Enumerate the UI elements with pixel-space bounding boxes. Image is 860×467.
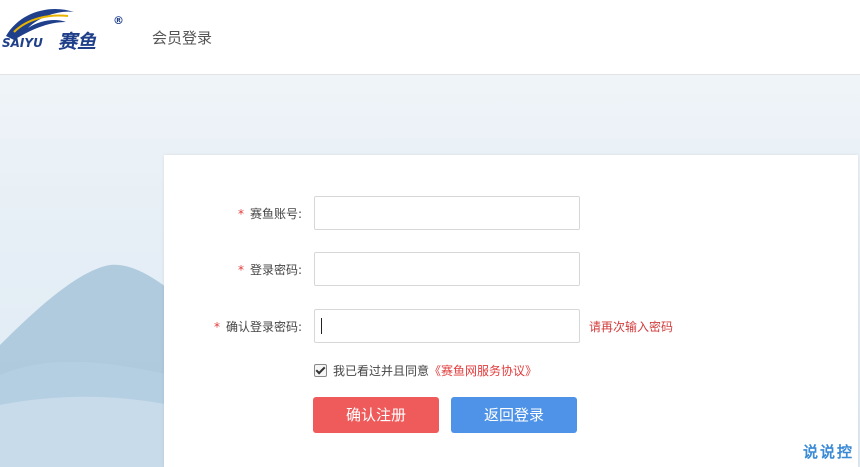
saiyu-logo[interactable]: SAIYU 赛鱼 ® bbox=[0, 2, 130, 62]
back-to-login-button[interactable]: 返回登录 bbox=[451, 397, 577, 433]
register-card: * 赛鱼账号: * 登录密码: * 确认登录密码: 请再次输入密码 我已看过并且同意《… bbox=[164, 155, 858, 467]
svg-text:SAIYU: SAIYU bbox=[2, 36, 43, 50]
required-star: * bbox=[237, 263, 244, 277]
top-header: SAIYU 赛鱼 ® 会员登录 bbox=[0, 0, 860, 75]
account-label-text: 赛鱼账号: bbox=[249, 207, 302, 221]
password-label-text: 登录密码: bbox=[249, 263, 302, 277]
password-input[interactable] bbox=[314, 252, 580, 286]
agreement-row: 我已看过并且同意《赛鱼网服务协议》 bbox=[314, 362, 537, 379]
register-button[interactable]: 确认注册 bbox=[313, 397, 439, 433]
account-label: * 赛鱼账号: bbox=[238, 205, 302, 222]
svg-text:®: ® bbox=[113, 14, 124, 27]
confirm-password-label-text: 确认登录密码: bbox=[225, 320, 302, 334]
account-row: * 赛鱼账号: bbox=[164, 196, 858, 230]
page-title: 会员登录 bbox=[152, 29, 213, 47]
password-label: * 登录密码: bbox=[238, 261, 302, 278]
required-star: * bbox=[213, 320, 220, 334]
confirm-password-input[interactable] bbox=[314, 309, 580, 343]
account-input[interactable] bbox=[314, 196, 580, 230]
agreement-text: 我已看过并且同意 bbox=[333, 364, 430, 378]
password-row: * 登录密码: bbox=[164, 252, 858, 286]
required-star: * bbox=[237, 207, 244, 221]
svg-text:赛鱼: 赛鱼 bbox=[58, 31, 97, 53]
confirm-password-label: * 确认登录密码: bbox=[214, 318, 302, 335]
confirm-password-hint: 请再次输入密码 bbox=[589, 320, 674, 334]
text-caret bbox=[321, 318, 322, 334]
service-agreement-link[interactable]: 《赛鱼网服务协议》 bbox=[429, 364, 537, 378]
watermark-text: 说说控 bbox=[802, 443, 854, 461]
agreement-checkbox[interactable] bbox=[314, 364, 327, 377]
confirm-password-row: * 确认登录密码: 请再次输入密码 bbox=[164, 309, 858, 343]
